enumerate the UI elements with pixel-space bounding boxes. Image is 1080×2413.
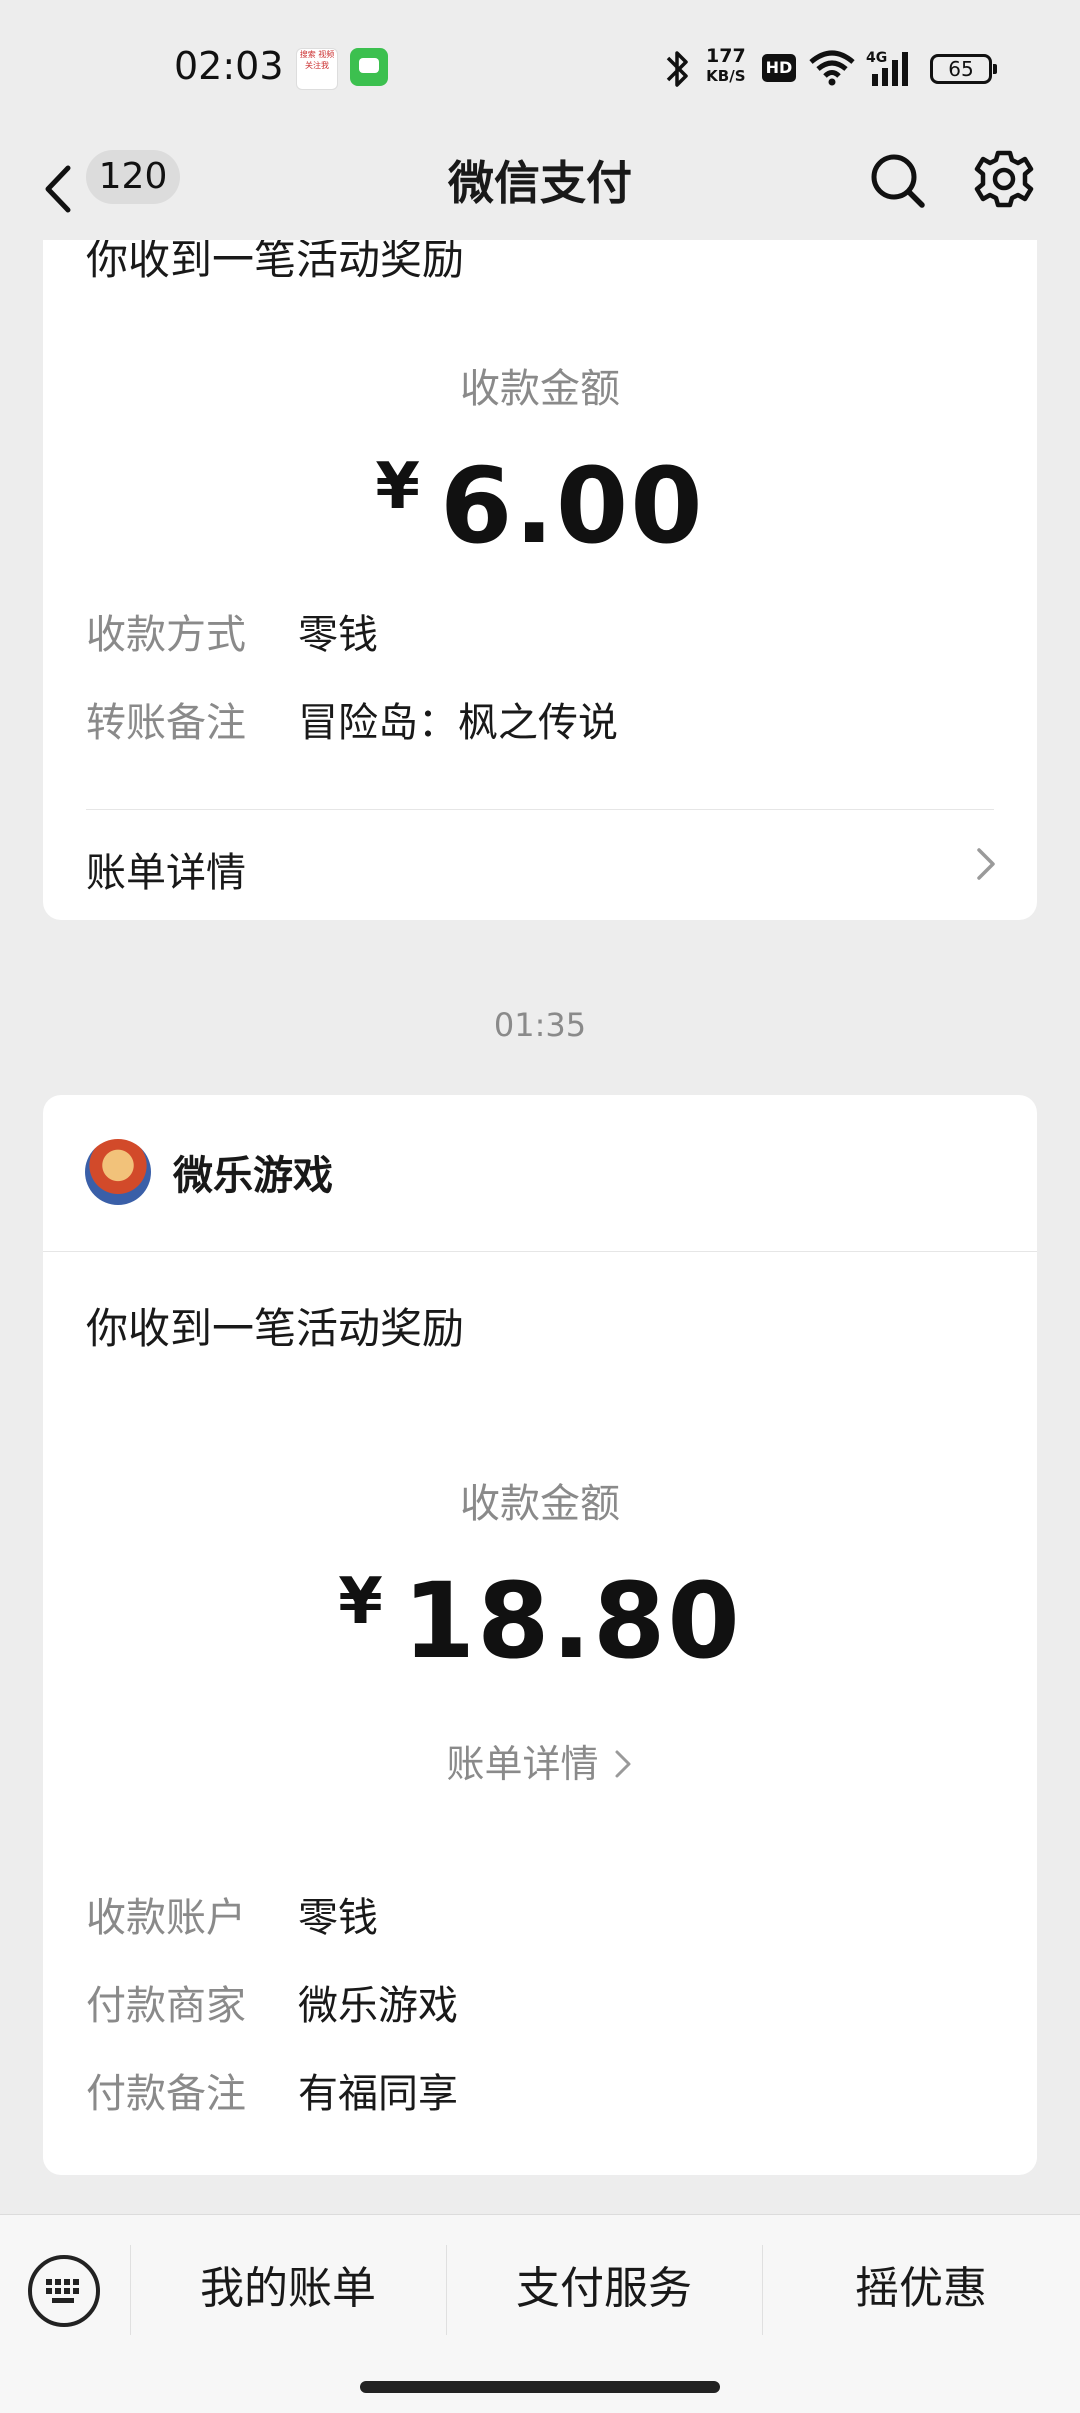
- status-time: 02:03: [174, 44, 284, 88]
- app-notification-icon: 搜索 视频 关注我: [296, 48, 338, 90]
- hd-badge: HD: [762, 54, 796, 82]
- currency-symbol: ¥: [375, 450, 422, 524]
- amount-number: 18.80: [402, 1560, 742, 1682]
- amount-label: 收款金额: [460, 366, 620, 412]
- currency-symbol: ¥: [338, 1565, 385, 1639]
- row-value-merchant: 微乐游戏: [298, 1983, 458, 2029]
- bill-detail-row[interactable]: 账单详情: [43, 1733, 1037, 1788]
- menu-payment-services[interactable]: 支付服务: [446, 2239, 762, 2339]
- row-value-note: 冒险岛：枫之传说: [298, 700, 618, 746]
- signal-icon: 4G: [866, 50, 908, 86]
- menu-shake-offers[interactable]: 摇优惠: [762, 2239, 1080, 2339]
- home-indicator[interactable]: [360, 2381, 720, 2393]
- net-speed-unit: KB/S: [706, 67, 746, 85]
- menu-my-bills[interactable]: 我的账单: [130, 2239, 446, 2339]
- amount-value: ¥6.00: [43, 445, 1037, 567]
- payment-card-1[interactable]: 你收到一笔活动奖励 收款金额 ¥6.00 收款方式 零钱 转账备注 冒险岛：枫之…: [43, 240, 1037, 920]
- row-value-note: 有福同享: [298, 2071, 458, 2117]
- chevron-right-icon: [977, 848, 995, 880]
- wifi-icon: [809, 50, 855, 86]
- search-icon[interactable]: [866, 144, 928, 214]
- nav-bar: 120 微信支付: [0, 140, 1080, 240]
- message-notification-icon: [350, 48, 388, 86]
- divider: [86, 809, 994, 810]
- net-speed-value: 177: [706, 45, 746, 67]
- row-value-account: 零钱: [298, 1895, 378, 1941]
- net-speed: 177 KB/S: [706, 46, 746, 86]
- gear-icon[interactable]: [972, 144, 1036, 214]
- payment-card-2[interactable]: 微乐游戏 你收到一笔活动奖励 收款金额 ¥18.80 账单详情 收款账户 零钱 …: [43, 1095, 1037, 2175]
- row-label-note: 付款备注: [86, 2071, 246, 2117]
- amount-number: 6.00: [439, 445, 705, 567]
- merchant-name[interactable]: 微乐游戏: [173, 1143, 333, 1201]
- row-label-method: 收款方式: [86, 612, 246, 658]
- amount-value: ¥18.80: [43, 1560, 1037, 1682]
- status-bar: 02:03 搜索 视频 关注我 177 KB/S HD 4G 65: [0, 0, 1080, 140]
- card-title: 你收到一笔活动奖励: [86, 1304, 465, 1353]
- bottom-menu-bar: 我的账单 支付服务 摇优惠: [0, 2214, 1080, 2413]
- merchant-avatar[interactable]: [85, 1139, 151, 1205]
- bill-detail-link[interactable]: 账单详情: [86, 840, 246, 898]
- row-value-method: 零钱: [298, 612, 378, 658]
- message-timestamp: 01:35: [493, 1006, 587, 1044]
- battery-indicator: 65: [930, 54, 997, 84]
- keyboard-icon: [46, 2279, 79, 2303]
- card-title: 你收到一笔活动奖励: [86, 240, 465, 284]
- divider: [43, 1251, 1037, 1252]
- amount-label: 收款金额: [460, 1481, 620, 1527]
- bill-detail-link[interactable]: 账单详情: [446, 1742, 598, 1786]
- signal-label: 4G: [866, 50, 887, 66]
- chevron-right-icon: [615, 1750, 631, 1778]
- row-label-account: 收款账户: [86, 1895, 246, 1941]
- bluetooth-icon: [666, 51, 688, 87]
- keyboard-toggle-icon[interactable]: [28, 2255, 100, 2327]
- row-label-merchant: 付款商家: [86, 1983, 246, 2029]
- row-label-note: 转账备注: [86, 700, 246, 746]
